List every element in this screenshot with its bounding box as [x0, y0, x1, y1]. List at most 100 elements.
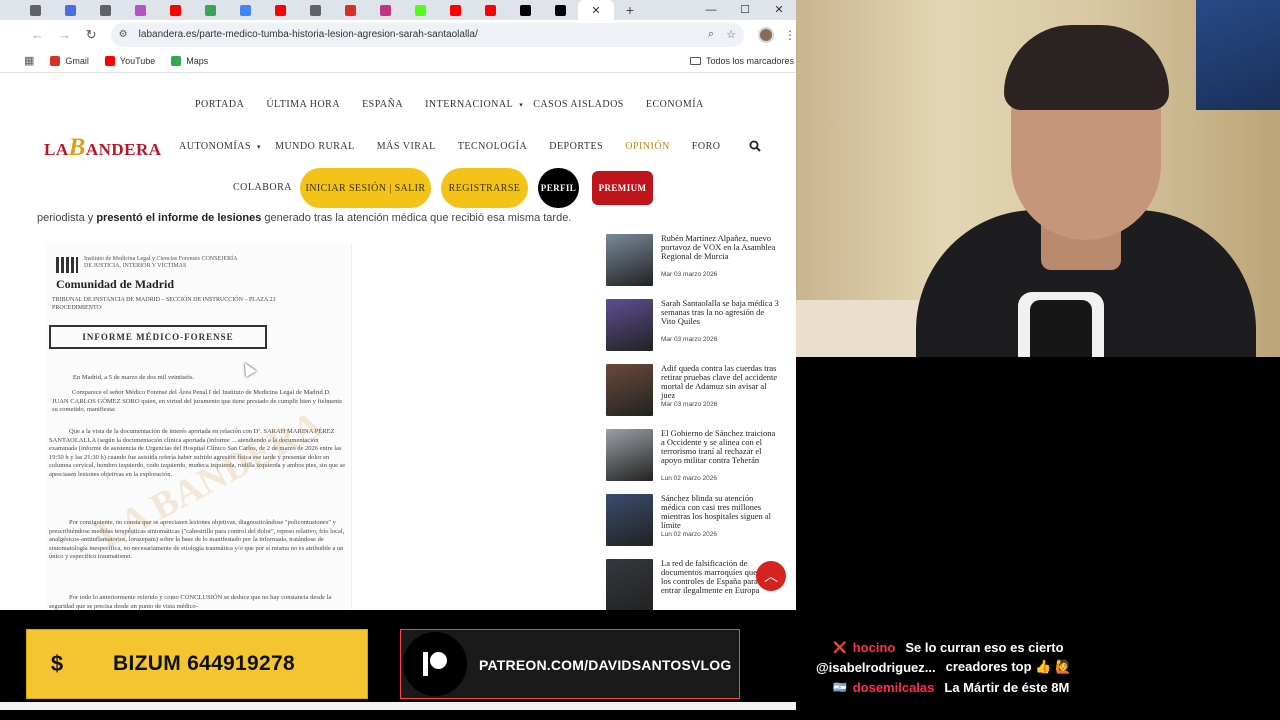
login-button[interactable]: INICIAR SESIÓN | SALIR	[300, 168, 431, 208]
browser-tab[interactable]	[158, 0, 193, 20]
news-thumbnail[interactable]	[606, 559, 653, 610]
bookmark-star-icon[interactable]: ☆	[726, 28, 736, 41]
nav-mundo-rural[interactable]: MUNDO RURAL	[275, 141, 355, 153]
doc-date: En Madrid, a 5 de marzo de dos mil veint…	[73, 374, 195, 381]
patreon-text: PATREON.COM/DAVIDSANTOSVLOG	[479, 657, 732, 673]
nav-espana[interactable]: ESPAÑA	[362, 99, 403, 111]
site-header: PORTADA ÚLTIMA HORA ESPAÑA INTERNACIONAL…	[12, 77, 796, 210]
nav-casos-aislados[interactable]: CASOS AISLADOS	[533, 99, 624, 111]
profile-avatar[interactable]	[758, 26, 775, 43]
zoom-icon[interactable]: ⌕	[708, 28, 714, 41]
search-icon[interactable]	[749, 140, 761, 152]
news-thumbnail[interactable]	[606, 234, 653, 286]
dropdown-caret-icon[interactable]: ▾	[257, 141, 261, 153]
nav-opinion[interactable]: OPINIÓN	[625, 141, 670, 153]
nav-autonomias[interactable]: AUTONOMÍAS	[179, 141, 251, 153]
nav-economia[interactable]: ECONOMÍA	[646, 99, 704, 111]
shield-icon	[100, 4, 111, 16]
nav-tecnologia[interactable]: TECNOLOGÍA	[458, 141, 527, 153]
browser-tab[interactable]	[508, 0, 543, 20]
news-item[interactable]: El Gobierno de Sánchez traiciona a Occid…	[606, 429, 786, 489]
browser-tab[interactable]	[88, 0, 123, 20]
browser-tab[interactable]	[53, 0, 88, 20]
news-item[interactable]: Sánchez blinda su atención médica con ca…	[606, 494, 786, 554]
browser-tab[interactable]	[263, 0, 298, 20]
nav-portada[interactable]: PORTADA	[195, 99, 244, 111]
news-item[interactable]: Rubén Martínez Alpañez, nuevo portavoz d…	[606, 234, 786, 294]
all-bookmarks[interactable]: Todos los marcadores	[689, 49, 794, 73]
browser-window: ✕ + — ☐ ✕ ← → ↻ ⚙ labandera.es/parte-medi…	[0, 0, 796, 610]
bookmark-gmail[interactable]: Gmail	[50, 55, 89, 66]
puzzle-icon	[205, 4, 216, 16]
google-icon	[240, 4, 251, 16]
browser-tab[interactable]	[368, 0, 403, 20]
news-date: Lun 02 marzo 2026	[661, 475, 718, 482]
doc-procedure: PROCEDIMIENTO:	[52, 305, 103, 311]
browser-tab[interactable]	[228, 0, 263, 20]
browser-tab[interactable]	[123, 0, 158, 20]
omnibox[interactable]: ⚙ labandera.es/parte-medico-tumba-histor…	[110, 22, 745, 47]
nav-mas-viral[interactable]: MÁS VIRAL	[377, 141, 436, 153]
browser-tab[interactable]	[298, 0, 333, 20]
menu-icon[interactable]: ⋮	[784, 28, 796, 42]
news-thumbnail[interactable]	[606, 364, 653, 416]
new-tab-icon[interactable]: +	[620, 2, 640, 18]
url-text[interactable]: labandera.es/parte-medico-tumba-historia…	[139, 29, 696, 40]
apps-icon[interactable]: ▦	[24, 54, 34, 67]
news-item[interactable]: Sarah Santaolalla se baja médica 3 seman…	[606, 299, 786, 359]
nav-deportes[interactable]: DEPORTES	[549, 141, 603, 153]
medical-report-image: Instituto de Medicina Legal y Ciencias F…	[46, 243, 352, 610]
scroll-to-top-button[interactable]: ︿	[756, 561, 786, 591]
tab-close-icon[interactable]: ✕	[591, 4, 600, 17]
back-icon[interactable]: ←	[24, 27, 51, 42]
chevron-up-icon: ︿	[764, 568, 778, 584]
browser-tab[interactable]	[18, 0, 53, 20]
reload-icon[interactable]: ↻	[78, 27, 105, 43]
news-title[interactable]: Sarah Santaolalla se baja médica 3 seman…	[661, 299, 779, 326]
browser-tab[interactable]	[403, 0, 438, 20]
site-logo[interactable]: LABANDERA	[44, 134, 162, 162]
nav-internacional[interactable]: INTERNACIONAL	[425, 99, 513, 111]
browser-tab-active[interactable]: ✕	[578, 0, 614, 20]
youtube-icon	[104, 55, 115, 66]
nav-ultima-hora[interactable]: ÚLTIMA HORA	[266, 99, 340, 111]
taskbar-strip	[0, 702, 796, 710]
site-info-icon[interactable]: ⚙	[119, 29, 135, 40]
shelf	[796, 300, 926, 357]
register-button[interactable]: REGISTRARSE	[441, 168, 528, 208]
minimize-icon[interactable]: —	[694, 0, 728, 20]
browser-tab[interactable]	[473, 0, 508, 20]
news-title[interactable]: Sánchez blinda su atención médica con ca…	[661, 494, 779, 530]
nav-foro[interactable]: FORO	[692, 141, 721, 153]
microphone-grill	[1030, 300, 1092, 357]
dropdown-caret-icon[interactable]: ▾	[519, 99, 523, 111]
news-title[interactable]: Adif queda contra las cuerdas tras retir…	[661, 364, 779, 400]
news-title[interactable]: Rubén Martínez Alpañez, nuevo portavoz d…	[661, 234, 779, 261]
close-icon[interactable]: ✕	[762, 0, 796, 20]
news-thumbnail[interactable]	[606, 429, 653, 481]
nav-colabora[interactable]: COLABORA	[233, 182, 292, 193]
premium-button[interactable]: PREMIUM	[592, 171, 653, 205]
news-item[interactable]: Adif queda contra las cuerdas tras retir…	[606, 364, 786, 424]
browser-tab[interactable]	[438, 0, 473, 20]
news-title[interactable]: El Gobierno de Sánchez traiciona a Occid…	[661, 429, 779, 465]
news-thumbnail[interactable]	[606, 494, 653, 546]
news-thumbnail[interactable]	[606, 299, 653, 351]
patreon-banner: PATREON.COM/DAVIDSANTOSVLOG	[400, 629, 740, 699]
browser-tab[interactable]	[333, 0, 368, 20]
all-bookmarks-label: Todos los marcadores	[705, 56, 794, 66]
browser-tab[interactable]	[543, 0, 578, 20]
wall-painting	[1196, 0, 1280, 110]
forward-icon[interactable]: →	[51, 27, 78, 42]
maps-icon	[171, 55, 182, 66]
profile-button[interactable]: PERFIL	[538, 168, 579, 208]
bookmark-maps[interactable]: Maps	[171, 55, 208, 66]
browser-tab[interactable]	[193, 0, 228, 20]
bookmark-youtube[interactable]: YouTube	[104, 55, 155, 66]
chat-message: 👁 🇦🇷 dosemilcalas La Mártir de éste 8M	[816, 677, 1276, 697]
news-date: Mar 03 marzo 2026	[661, 271, 718, 278]
stream-frame: ✕ + — ☐ ✕ ← → ↻ ⚙ labandera.es/parte-medi…	[0, 0, 1280, 720]
folder-icon	[689, 57, 701, 65]
maximize-icon[interactable]: ☐	[728, 0, 762, 20]
bizum-banner: $ BIZUM 644919278	[26, 629, 368, 699]
